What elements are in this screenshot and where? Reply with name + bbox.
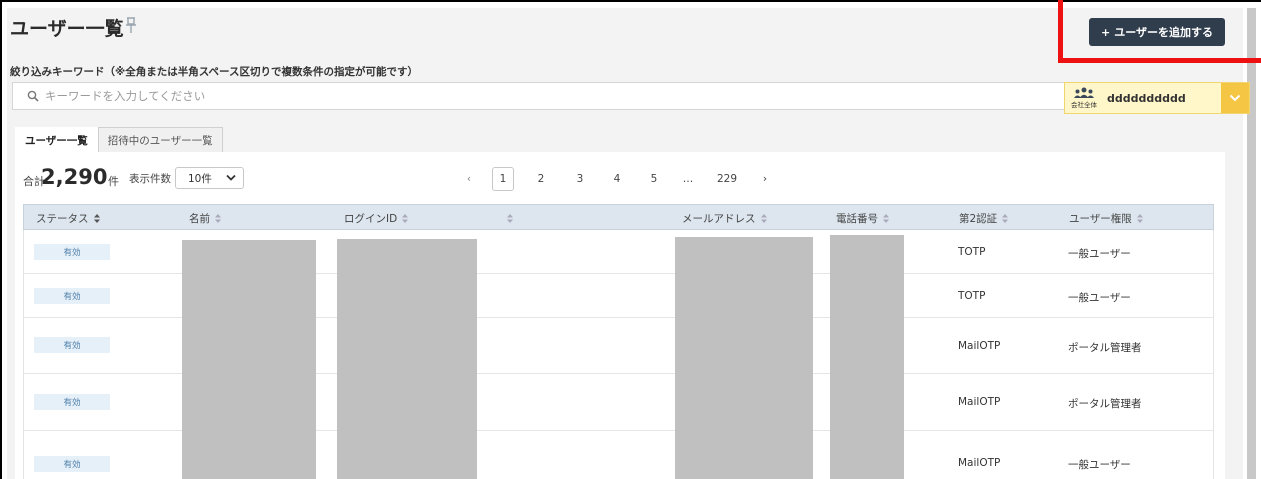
per-page-select[interactable]: 10件	[175, 167, 244, 189]
column-name-label: 名前	[189, 212, 210, 225]
column-name[interactable]: 名前	[189, 205, 222, 231]
plus-icon: +	[1101, 25, 1111, 39]
status-badge: 有効	[34, 394, 110, 410]
add-user-label: ユーザーを追加する	[1114, 26, 1213, 39]
role-cell: 一般ユーザー	[1068, 459, 1131, 471]
sort-icon	[1136, 213, 1143, 223]
chevron-down-icon	[1229, 94, 1241, 102]
column-phone-label: 電話番号	[836, 212, 878, 225]
column-blank[interactable]	[502, 205, 514, 231]
second-auth-cell: MailOTP	[958, 340, 1001, 352]
tab-user-list[interactable]: ユーザー一覧	[15, 127, 98, 153]
sort-icon	[507, 213, 513, 223]
pagination-page-5[interactable]: 5	[647, 167, 661, 191]
column-role-label: ユーザー権限	[1069, 212, 1132, 225]
pagination-page-4[interactable]: 4	[610, 167, 624, 191]
column-phone[interactable]: 電話番号	[836, 205, 890, 231]
search-input[interactable]	[45, 89, 945, 103]
pagination-last-page[interactable]: 229	[714, 167, 740, 191]
search-icon	[27, 90, 39, 102]
second-auth-cell: TOTP	[958, 246, 986, 258]
role-cell: 一般ユーザー	[1068, 292, 1131, 304]
second-auth-cell: MailOTP	[958, 396, 1001, 408]
status-badge: 有効	[34, 337, 110, 353]
sort-icon	[215, 213, 221, 223]
redacted-email-column	[675, 237, 813, 479]
column-email-label: メールアドレス	[682, 212, 756, 225]
column-login-id-label: ログインID	[344, 212, 398, 225]
pin-icon[interactable]	[124, 15, 138, 35]
table-header: ステータス 名前 ログインID メールアドレス 電話番号 第2認証 ユーザー権限	[23, 204, 1214, 230]
second-auth-cell: MailOTP	[958, 457, 1001, 469]
sort-icon	[93, 213, 100, 223]
chevron-down-icon	[226, 174, 236, 181]
pagination-ellipsis: …	[682, 173, 694, 185]
column-second-auth-label: 第2認証	[959, 212, 998, 225]
per-page-label: 表示件数	[129, 173, 171, 185]
status-badge: 有効	[34, 456, 110, 472]
company-name: dddddddddd	[1107, 91, 1186, 105]
sort-icon	[760, 213, 767, 223]
per-page-value: 10件	[188, 172, 212, 185]
column-role[interactable]: ユーザー権限	[1069, 205, 1144, 231]
column-login-id[interactable]: ログインID	[344, 205, 409, 231]
total-suffix: 件	[108, 175, 119, 188]
company-dropdown-button[interactable]	[1221, 83, 1249, 113]
sort-icon	[883, 213, 889, 223]
second-auth-cell: TOTP	[958, 290, 986, 302]
role-cell: 一般ユーザー	[1068, 248, 1131, 260]
total-count: 2,290	[41, 165, 108, 189]
status-badge: 有効	[34, 244, 110, 260]
scrollbar-thumb[interactable]	[1247, 8, 1256, 479]
column-email[interactable]: メールアドレス	[682, 205, 768, 231]
column-second-auth[interactable]: 第2認証	[959, 205, 1009, 231]
pagination-page-2[interactable]: 2	[534, 167, 548, 191]
redacted-name-column	[182, 240, 316, 479]
pagination-page-3[interactable]: 3	[573, 167, 587, 191]
sort-icon	[402, 213, 409, 223]
add-user-button[interactable]: + ユーザーを追加する	[1089, 18, 1225, 46]
role-cell: ポータル管理者	[1068, 342, 1142, 354]
tab-bar: ユーザー一覧 招待中のユーザー一覧	[15, 127, 223, 153]
company-scope: 会社全体	[1067, 87, 1101, 109]
redacted-login-id-column	[337, 239, 477, 479]
search-box[interactable]	[12, 82, 1237, 110]
status-badge: 有効	[34, 288, 110, 304]
filter-label: 絞り込みキーワード（※全角または半角スペース区切りで複数条件の指定が可能です）	[10, 66, 418, 78]
group-icon	[1074, 87, 1094, 98]
page-title: ユーザー一覧	[10, 18, 124, 40]
sort-icon	[1002, 213, 1009, 223]
tab-invited-users[interactable]: 招待中のユーザー一覧	[97, 127, 223, 153]
column-status[interactable]: ステータス	[36, 205, 101, 231]
company-scope-label: 会社全体	[1071, 101, 1097, 109]
role-cell: ポータル管理者	[1068, 398, 1142, 410]
redacted-phone-column	[830, 235, 904, 479]
company-select[interactable]: 会社全体 dddddddddd	[1064, 82, 1250, 114]
column-status-label: ステータス	[36, 212, 89, 225]
pagination-next[interactable]: ›	[758, 167, 772, 191]
pagination-prev[interactable]: ‹	[462, 167, 476, 191]
pagination-page-1[interactable]: 1	[492, 167, 514, 191]
